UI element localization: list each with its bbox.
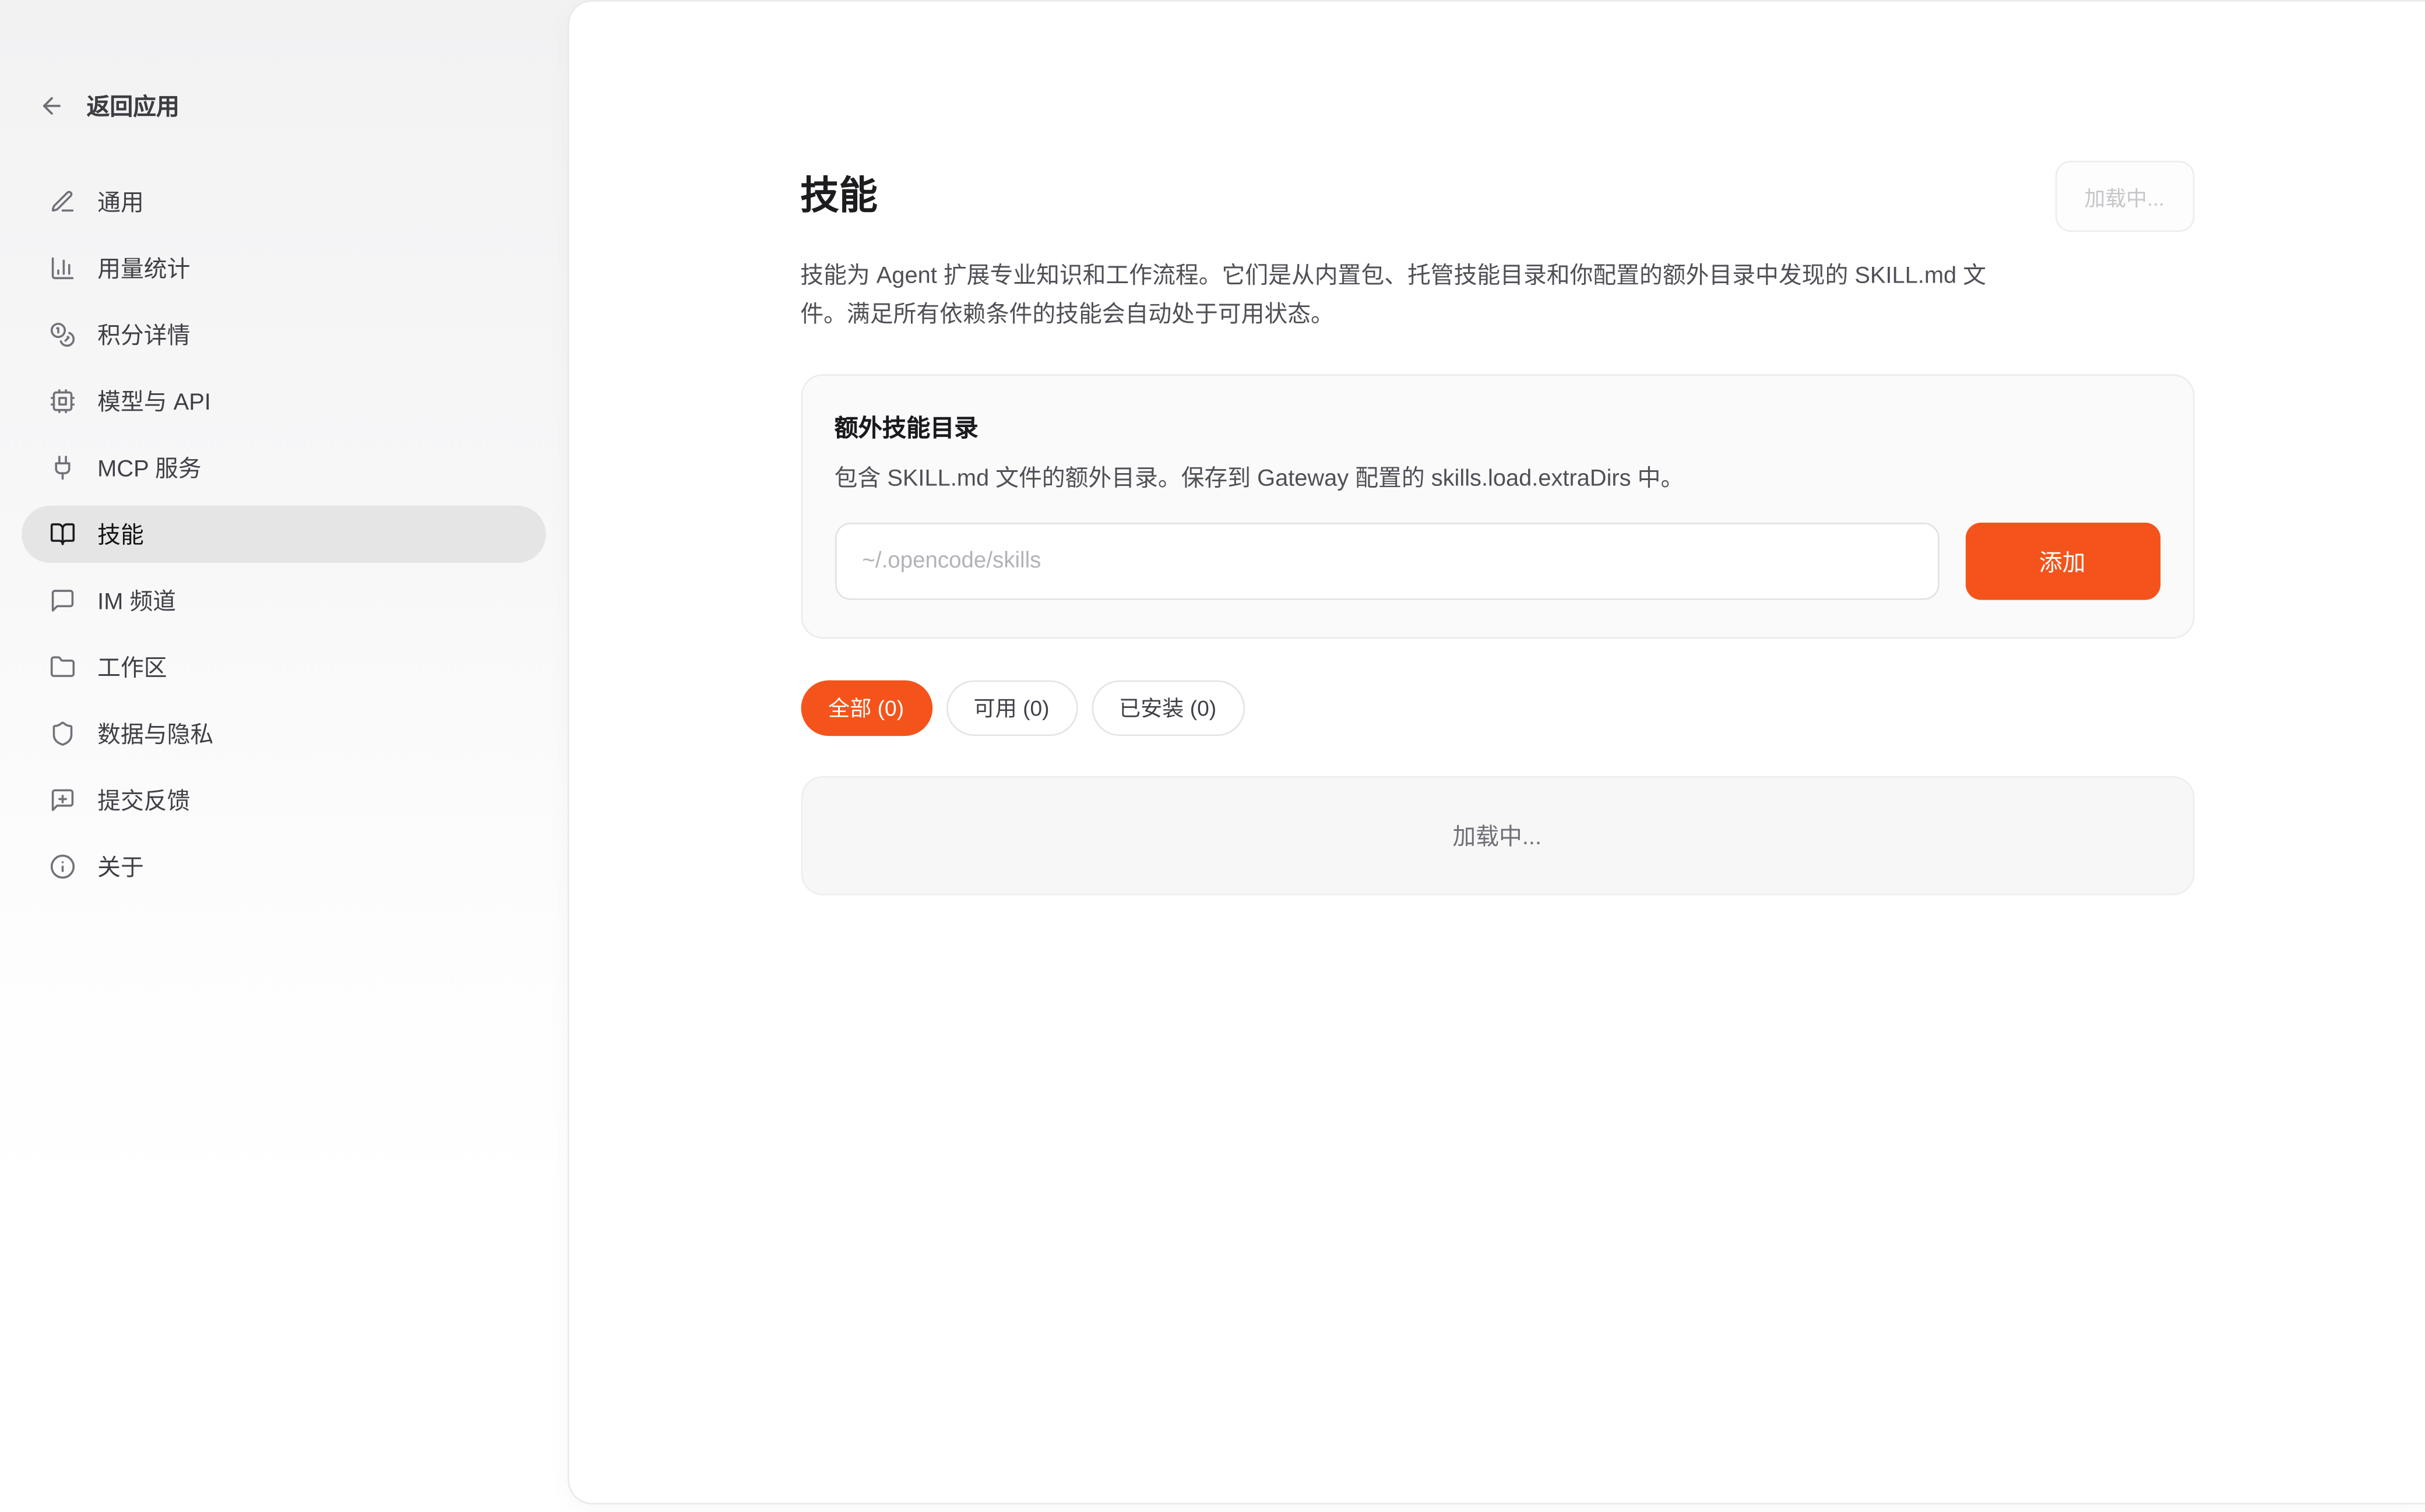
extra-dirs-description: 包含 SKILL.md 文件的额外目录。保存到 Gateway 配置的 skil… <box>835 462 2160 496</box>
sidebar-item-about[interactable]: 关于 <box>22 838 546 895</box>
page-title: 技能 <box>800 174 878 218</box>
sidebar-item-label: 工作区 <box>97 651 167 683</box>
sidebar-item-usage-stats[interactable]: 用量统计 <box>22 239 546 297</box>
sidebar-item-label: 数据与隐私 <box>97 717 213 750</box>
settings-sidebar: 返回应用 通用 用量统计 积分详情 <box>0 0 568 1512</box>
skills-loading-panel: 加载中... <box>800 776 2194 895</box>
pen-icon <box>50 189 76 215</box>
sidebar-item-label: 积分详情 <box>97 319 190 351</box>
page-description: 技能为 Agent 扩展专业知识和工作流程。它们是从内置包、托管技能目录和你配置… <box>800 257 2019 334</box>
coins-icon <box>50 322 76 348</box>
shield-icon <box>50 721 76 747</box>
sidebar-item-mcp-services[interactable]: MCP 服务 <box>22 439 546 496</box>
filter-installed[interactable]: 已安装 (0) <box>1091 681 1244 736</box>
filter-all[interactable]: 全部 (0) <box>800 681 932 736</box>
sidebar-item-im-channels[interactable]: IM 频道 <box>22 572 546 629</box>
sidebar-item-label: 用量统计 <box>97 252 190 285</box>
back-link-label: 返回应用 <box>87 90 180 122</box>
sidebar-item-skills[interactable]: 技能 <box>22 506 546 563</box>
cpu-icon <box>50 388 76 414</box>
folder-icon <box>50 654 76 681</box>
add-button[interactable]: 添加 <box>1965 523 2160 600</box>
sidebar-item-label: 通用 <box>97 185 144 218</box>
sidebar-item-general[interactable]: 通用 <box>22 173 546 230</box>
sidebar-item-label: 关于 <box>97 851 144 883</box>
extra-dirs-form: 添加 <box>835 523 2160 600</box>
sidebar-item-label: 提交反馈 <box>97 784 190 816</box>
extra-dirs-card: 额外技能目录 包含 SKILL.md 文件的额外目录。保存到 Gateway 配… <box>800 374 2194 639</box>
sidebar-item-credits[interactable]: 积分详情 <box>22 306 546 363</box>
book-open-icon <box>50 521 76 547</box>
sidebar-item-label: IM 频道 <box>97 584 176 617</box>
sidebar-item-feedback[interactable]: 提交反馈 <box>22 771 546 829</box>
skills-page: 技能 加载中... 技能为 Agent 扩展专业知识和工作流程。它们是从内置包、… <box>800 2 2194 896</box>
message-square-plus-icon <box>50 787 76 813</box>
info-icon <box>50 854 76 880</box>
sidebar-item-models-api[interactable]: 模型与 API <box>22 373 546 430</box>
sidebar-item-label: 模型与 API <box>97 385 211 418</box>
back-to-app-link[interactable]: 返回应用 <box>0 90 568 122</box>
sidebar-item-data-privacy[interactable]: 数据与隐私 <box>22 705 546 762</box>
header-loading-chip: 加载中... <box>2055 161 2194 232</box>
skill-dir-input[interactable] <box>835 523 1939 600</box>
arrow-left-icon <box>38 93 65 119</box>
bar-chart-icon <box>50 255 76 281</box>
extra-dirs-title: 额外技能目录 <box>835 410 2160 443</box>
sidebar-nav: 通用 用量统计 积分详情 模型与 API <box>0 168 568 900</box>
sidebar-item-workspace[interactable]: 工作区 <box>22 639 546 696</box>
sidebar-item-label: 技能 <box>97 518 144 551</box>
sidebar-item-label: MCP 服务 <box>97 452 201 484</box>
filter-tabs: 全部 (0) 可用 (0) 已安装 (0) <box>800 681 2194 736</box>
plug-icon <box>50 454 76 481</box>
main-panel: 技能 加载中... 技能为 Agent 扩展专业知识和工作流程。它们是从内置包、… <box>568 0 2425 1504</box>
message-square-icon <box>50 587 76 614</box>
page-header: 技能 加载中... <box>800 161 2194 232</box>
filter-available[interactable]: 可用 (0) <box>946 681 1078 736</box>
settings-window: 返回应用 通用 用量统计 积分详情 <box>0 0 2425 1512</box>
